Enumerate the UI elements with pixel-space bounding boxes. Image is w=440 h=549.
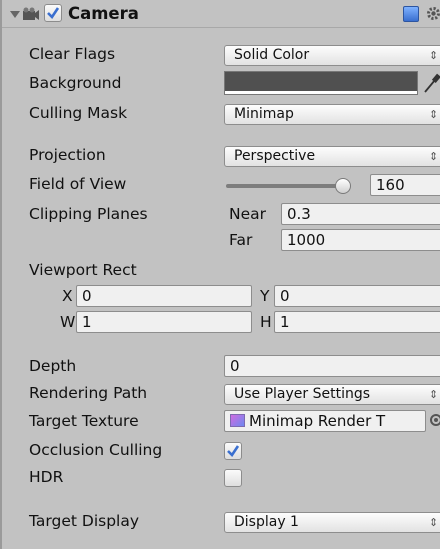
occlusion-culling-checkbox[interactable] [224,442,242,460]
object-picker-icon[interactable] [430,414,440,426]
target-display-value: Display 1 [234,514,299,530]
component-title: Camera [68,4,139,23]
up-down-arrows-icon: ⇕ [429,108,439,121]
camera-inspector: Camera Clear Flags Solid Color ⇕ Backgro… [0,0,440,549]
help-book-icon[interactable] [403,6,419,22]
field-of-view-label: Field of View [29,175,127,193]
triangle-down-icon[interactable] [10,11,20,18]
camera-icon [23,7,39,20]
projection-dropdown[interactable]: Perspective [224,146,440,167]
culling-mask-value: Minimap [234,106,294,122]
viewport-x-input[interactable]: 0 [76,285,252,307]
rendering-path-dropdown[interactable]: Use Player Settings [224,384,440,405]
up-down-arrows-icon: ⇕ [429,49,439,62]
viewport-y-input[interactable]: 0 [274,285,440,307]
up-down-arrows-icon: ⇕ [429,388,439,401]
target-texture-value: Minimap Render T [249,412,386,430]
alpha-bar [225,91,417,94]
render-texture-icon [230,414,245,427]
target-display-label: Target Display [29,512,140,530]
viewport-rect-label: Viewport Rect [29,261,137,279]
clear-flags-value: Solid Color [234,47,310,63]
hdr-checkbox[interactable] [224,469,242,487]
component-header: Camera [2,0,440,28]
field-of-view-slider[interactable] [226,184,346,188]
clipping-planes-label: Clipping Planes [29,205,148,223]
background-color-field[interactable] [224,71,418,95]
far-label: Far [229,231,253,249]
rendering-path-value: Use Player Settings [234,386,371,402]
gear-icon[interactable] [425,5,440,22]
clear-flags-label: Clear Flags [29,45,116,63]
target-texture-field[interactable]: Minimap Render T [224,410,426,432]
far-input[interactable]: 1000 [281,229,440,251]
eyedropper-icon[interactable] [422,72,440,94]
projection-value: Perspective [234,148,316,164]
field-of-view-slider-thumb[interactable] [335,178,351,194]
background-label: Background [29,74,122,92]
depth-label: Depth [29,357,77,375]
component-enabled-checkbox[interactable] [44,4,62,22]
viewport-h-input[interactable]: 1 [274,311,440,333]
rendering-path-label: Rendering Path [29,384,148,402]
culling-mask-dropdown[interactable]: Minimap [224,104,440,125]
viewport-h-label: H [260,313,272,331]
target-texture-label: Target Texture [29,412,139,430]
near-input[interactable]: 0.3 [281,203,440,225]
field-of-view-input[interactable]: 160 [370,174,440,196]
projection-label: Projection [29,146,106,164]
viewport-w-label: W [60,313,76,331]
depth-input[interactable]: 0 [224,355,440,377]
near-label: Near [229,205,267,223]
culling-mask-label: Culling Mask [29,104,128,122]
clear-flags-dropdown[interactable]: Solid Color [224,45,440,66]
target-display-dropdown[interactable]: Display 1 [224,512,440,533]
viewport-x-label: X [62,287,73,305]
hdr-label: HDR [29,468,64,486]
up-down-arrows-icon: ⇕ [429,516,439,529]
viewport-y-label: Y [260,287,270,305]
viewport-w-input[interactable]: 1 [76,311,252,333]
up-down-arrows-icon: ⇕ [429,150,439,163]
occlusion-culling-label: Occlusion Culling [29,441,163,459]
